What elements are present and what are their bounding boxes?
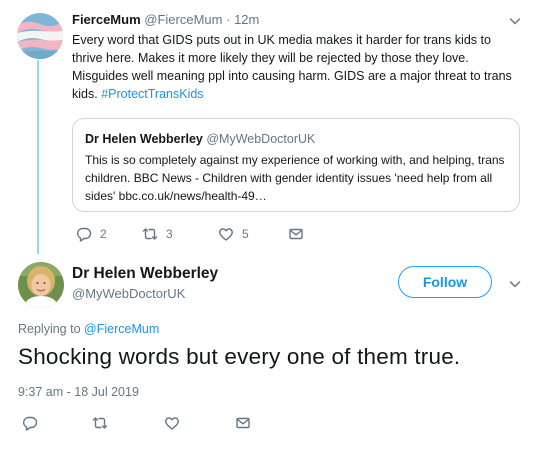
like-icon [219, 228, 233, 241]
focused-reply-button[interactable] [22, 415, 38, 431]
fiercemum-avatar[interactable] [17, 13, 63, 59]
focused-handle[interactable]: @MyWebDoctorUK [72, 286, 185, 301]
parent-tweet-text: Every word that GIDS puts out in UK medi… [72, 31, 512, 103]
reply-icon [23, 416, 38, 431]
helen-webberley-avatar[interactable] [18, 262, 64, 308]
focused-retweet-button[interactable] [92, 415, 108, 431]
parent-retweet-count: 3 [166, 227, 173, 241]
parent-reply-count: 2 [100, 227, 107, 241]
quoted-tweet-text: This is so completely against my experie… [85, 153, 505, 203]
profile-photo-image [18, 262, 64, 308]
thread-line [37, 60, 39, 254]
focused-like-button[interactable] [164, 415, 180, 431]
quoted-handle: @MyWebDoctorUK [206, 132, 316, 146]
chevron-down-icon [509, 18, 521, 25]
direct-message-icon [289, 228, 303, 240]
direct-message-icon [236, 417, 250, 429]
replying-to-label: Replying to [18, 322, 81, 336]
protect-trans-kids-hashtag[interactable]: #ProtectTransKids [101, 87, 203, 101]
parent-separator: · [226, 12, 231, 27]
parent-display-name[interactable]: FierceMum [72, 12, 141, 27]
parent-handle[interactable]: @FierceMum [144, 12, 222, 27]
parent-like-button[interactable]: 5 [218, 226, 249, 242]
reply-icon [77, 227, 92, 242]
focused-dm-button[interactable] [235, 415, 251, 431]
replying-to-line: Replying to @FierceMum [18, 322, 159, 336]
trans-flag-avatar-image [17, 13, 63, 59]
focused-tweet-text: Shocking words but every one of them tru… [18, 344, 461, 369]
focused-menu-button[interactable] [509, 277, 521, 295]
retweet-icon [92, 417, 108, 429]
like-icon [165, 417, 179, 430]
focused-display-name[interactable]: Dr Helen Webberley [72, 265, 218, 283]
retweet-icon [142, 228, 158, 240]
parent-like-count: 5 [242, 227, 249, 241]
parent-dm-button[interactable] [288, 226, 304, 242]
replying-to-handle[interactable]: @FierceMum [84, 322, 159, 336]
quoted-tweet-header: Dr Helen Webberley @MyWebDoctorUK [85, 132, 315, 146]
parent-time[interactable]: 12m [234, 12, 259, 27]
chevron-down-icon [509, 281, 521, 288]
parent-menu-button[interactable] [509, 14, 521, 32]
parent-reply-button[interactable]: 2 [76, 226, 107, 242]
quoted-tweet-card[interactable]: Dr Helen Webberley @MyWebDoctorUK This i… [72, 118, 520, 212]
quoted-display-name: Dr Helen Webberley [85, 132, 203, 146]
parent-retweet-button[interactable]: 3 [142, 226, 173, 242]
focused-tweet-timestamp[interactable]: 9:37 am - 18 Jul 2019 [18, 385, 139, 399]
parent-tweet-header: FierceMum @FierceMum · 12m [72, 12, 259, 27]
follow-button[interactable]: Follow [398, 266, 492, 298]
